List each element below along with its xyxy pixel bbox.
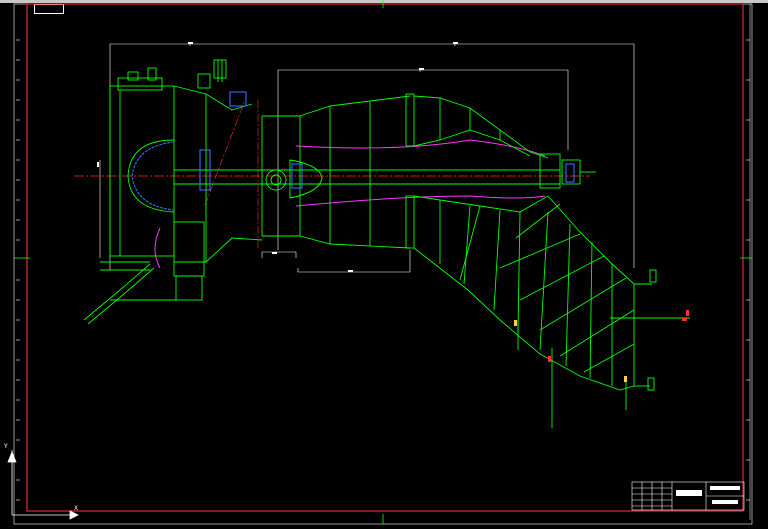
title-block-number	[712, 500, 738, 504]
title-block-logo	[676, 490, 702, 496]
ucs-axis-icon	[7, 450, 79, 520]
drawing-sheet[interactable]: X Y	[0, 0, 768, 529]
ucs-y-label: Y	[3, 443, 8, 450]
title-block-name	[710, 486, 740, 490]
model-space-viewport[interactable]: X Y	[0, 0, 768, 529]
accent-marks	[514, 320, 627, 382]
dimension-lines	[99, 43, 635, 273]
hidden-lines	[154, 139, 546, 269]
diagonal-centerline	[204, 99, 246, 206]
pump-geometry	[83, 59, 690, 428]
zone-ticks-right	[746, 39, 750, 501]
detail-lines	[131, 91, 575, 211]
outer-frame	[13, 3, 753, 525]
dimension-text	[97, 42, 458, 272]
zone-ticks-left	[16, 39, 20, 501]
ucs-x-label: X	[74, 505, 78, 512]
